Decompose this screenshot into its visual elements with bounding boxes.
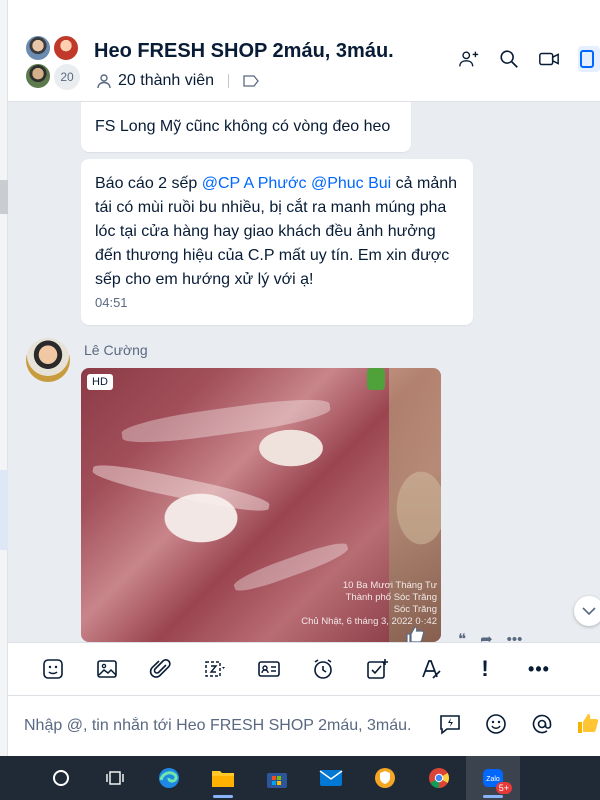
- scroll-down-icon[interactable]: [574, 596, 600, 626]
- message-bubble[interactable]: FS Long Mỹ cũnc không có vòng đeo heo: [81, 102, 411, 152]
- reminder-icon[interactable]: [296, 654, 350, 684]
- stamp-line: Sóc Trăng: [393, 604, 437, 615]
- microsoft-store-icon[interactable]: [250, 756, 304, 800]
- photo-detail: [120, 393, 332, 449]
- like-icon[interactable]: [576, 712, 600, 736]
- photo-message[interactable]: HD 10 Ba Mươi Tháng Tư Thành phố Sóc Tră…: [81, 368, 441, 642]
- stamp-line: Thành phố Sóc Trăng: [345, 592, 437, 603]
- composer-toolbar: ! •••: [8, 642, 600, 696]
- member-avatar: [24, 34, 52, 62]
- photo-detail: [90, 459, 272, 517]
- search-icon[interactable]: [498, 48, 520, 70]
- add-member-icon[interactable]: [458, 48, 480, 70]
- member-avatar: [52, 34, 80, 62]
- member-avatar: [24, 62, 52, 90]
- notification-badge: 5+: [495, 782, 512, 794]
- share-icon[interactable]: ➦: [480, 630, 493, 642]
- members-label: 20 thành viên: [118, 72, 215, 89]
- message-time: 04:51: [95, 295, 128, 310]
- vpn-shield-icon[interactable]: [358, 756, 412, 800]
- todo-icon[interactable]: [350, 654, 404, 684]
- file-explorer-icon[interactable]: [196, 756, 250, 800]
- person-icon: [97, 74, 111, 89]
- message-list[interactable]: FS Long Mỹ cũnc không có vòng đeo heo Bá…: [8, 102, 600, 642]
- windows-taskbar: Zalo 5+: [0, 756, 600, 800]
- quote-icon[interactable]: ❝: [458, 630, 466, 642]
- group-title[interactable]: Heo FRESH SHOP 2máu, 3máu.: [94, 40, 394, 63]
- chrome-icon[interactable]: [412, 756, 466, 800]
- sender-avatar[interactable]: [26, 338, 70, 382]
- photo-location-stamp: 10 Ba Mươi Tháng Tư Thành phố Sóc Trăng …: [301, 580, 437, 628]
- hd-badge: HD: [87, 374, 113, 390]
- format-text-icon[interactable]: [404, 654, 458, 684]
- urgent-icon[interactable]: !: [458, 654, 512, 684]
- contact-card-icon[interactable]: [242, 654, 296, 684]
- zalo-app-icon[interactable]: Zalo 5+: [466, 756, 520, 800]
- message-prefix: Báo cáo 2 sếp: [95, 175, 202, 192]
- selected-conversation-edge: [0, 470, 8, 550]
- mention-link[interactable]: @Phuc Bui: [311, 175, 391, 192]
- message-actions: ❝ ➦ •••: [458, 630, 523, 643]
- image-icon[interactable]: [80, 654, 134, 684]
- group-avatar[interactable]: 20: [24, 34, 90, 94]
- panel-toggle-icon[interactable]: [578, 46, 600, 72]
- like-reaction-icon[interactable]: [405, 626, 425, 642]
- task-view-icon[interactable]: [88, 756, 142, 800]
- mail-icon[interactable]: [304, 756, 358, 800]
- quick-message-icon[interactable]: [438, 712, 462, 736]
- left-panel-edge: [0, 0, 8, 760]
- photo-detail: [367, 368, 385, 390]
- mention-link[interactable]: @CP A Phước: [202, 175, 307, 192]
- sticker-icon[interactable]: [26, 654, 80, 684]
- edge-browser-icon[interactable]: [142, 756, 196, 800]
- message-text: Báo cáo 2 sếp @CP A Phước @Phuc Bui cả m…: [95, 172, 465, 292]
- message-bubble[interactable]: Báo cáo 2 sếp @CP A Phước @Phuc Bui cả m…: [81, 159, 473, 325]
- message-input[interactable]: [24, 714, 434, 738]
- emoji-icon[interactable]: [484, 712, 508, 736]
- divider: [228, 74, 230, 88]
- more-icon[interactable]: •••: [512, 654, 566, 684]
- sender-name: Lê Cường: [84, 342, 148, 358]
- tag-icon[interactable]: [243, 75, 259, 87]
- video-call-icon[interactable]: [538, 48, 560, 70]
- search-circle-icon[interactable]: [34, 756, 88, 800]
- stamp-line: 10 Ba Mươi Tháng Tư: [342, 580, 437, 591]
- attach-icon[interactable]: [134, 654, 188, 684]
- mention-icon[interactable]: [530, 712, 554, 736]
- member-count-badge: 20: [52, 62, 82, 92]
- screenshot-icon[interactable]: [188, 654, 242, 684]
- message-composer: [8, 696, 600, 756]
- chat-header: 20 Heo FRESH SHOP 2máu, 3máu. 20 thành v…: [8, 0, 600, 102]
- more-actions-icon[interactable]: •••: [507, 631, 523, 643]
- scrollbar-thumb[interactable]: [0, 180, 8, 214]
- members-info[interactable]: 20 thành viên: [96, 72, 259, 90]
- message-text: FS Long Mỹ cũnc không có vòng đeo heo: [95, 118, 391, 135]
